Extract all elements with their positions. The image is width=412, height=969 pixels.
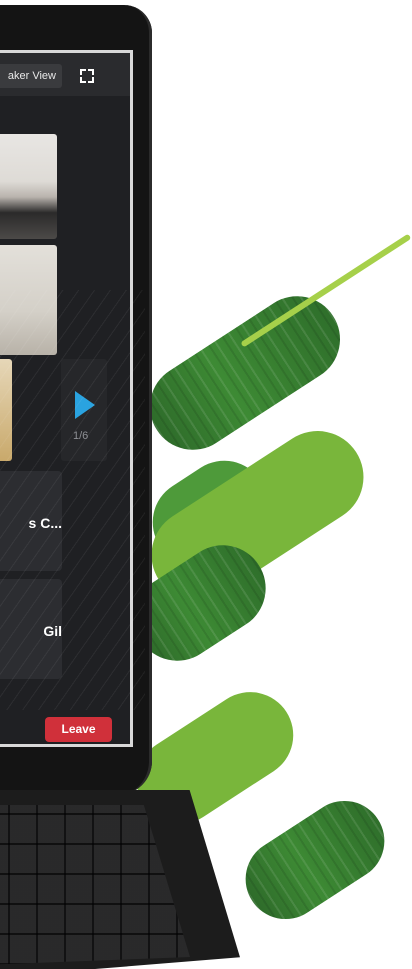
video-tile-room[interactable] [0, 245, 57, 355]
fullscreen-icon[interactable] [80, 69, 94, 83]
page-indicator: 1/6 [73, 430, 89, 442]
laptop-screen: aker View 1/6 s C... Gil Leave [0, 50, 133, 747]
marketing-illustration: aker View 1/6 s C... Gil Leave [0, 0, 412, 969]
participant-name: s C... [28, 515, 62, 531]
video-tile-office[interactable] [0, 134, 57, 239]
green-striped-pill-bottom [230, 785, 400, 935]
meeting-top-bar: aker View [0, 61, 130, 91]
play-icon[interactable] [75, 391, 95, 419]
leave-button[interactable]: Leave [45, 717, 112, 742]
video-tile-partial[interactable] [0, 359, 12, 461]
participant-name: Gil [43, 623, 62, 639]
speaker-view-button[interactable]: aker View [0, 64, 62, 88]
